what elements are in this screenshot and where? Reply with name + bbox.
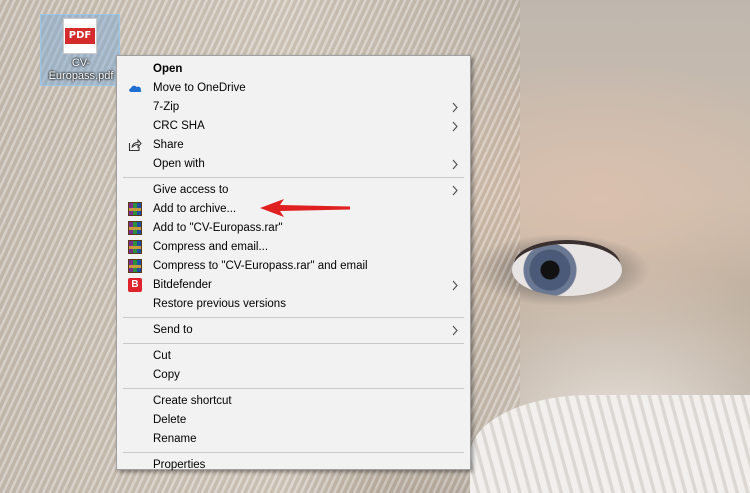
menu-item-send-to[interactable]: Send to [117,321,470,340]
red-pointer-arrow-icon [260,199,350,217]
menu-separator [123,343,464,344]
menu-item-bitdefender[interactable]: B Bitdefender [117,276,470,295]
menu-item-properties[interactable]: Properties [117,456,470,475]
submenu-arrow-icon [452,121,458,132]
menu-item-compress-and-email[interactable]: Compress and email... [117,238,470,257]
menu-item-label: CRC SHA [153,120,205,132]
menu-item-open[interactable]: Open [117,60,470,79]
menu-item-label: Add to "CV-Europass.rar" [153,222,283,234]
menu-item-label: Compress and email... [153,241,269,253]
context-menu: Open Move to OneDrive 7-Zip CRC SHA Shar… [116,55,471,471]
menu-item-label: 7-Zip [153,101,180,113]
desktop-file-name: CV-Europass.pdf [48,57,114,82]
winrar-icon [128,202,142,216]
menu-item-compress-to-rar-and-email[interactable]: Compress to "CV-Europass.rar" and email [117,257,470,276]
menu-item-delete[interactable]: Delete [117,411,470,430]
menu-item-label: Compress to "CV-Europass.rar" and email [153,260,368,272]
winrar-icon [128,259,142,273]
menu-item-label: Create shortcut [153,395,232,407]
menu-item-7zip[interactable]: 7-Zip [117,98,470,117]
submenu-arrow-icon [452,102,458,113]
menu-separator [123,317,464,318]
menu-separator [123,452,464,453]
submenu-arrow-icon [452,159,458,170]
menu-item-label: Delete [153,414,187,426]
menu-item-label: Cut [153,350,171,362]
menu-item-copy[interactable]: Copy [117,366,470,385]
wallpaper-scarf [470,395,750,493]
menu-item-label: Send to [153,324,193,336]
menu-item-label: Properties [153,459,206,471]
menu-item-label: Share [153,139,184,151]
winrar-icon [128,221,142,235]
pdf-file-icon: PDF [63,18,97,54]
bitdefender-icon: B [128,278,142,292]
menu-item-label: Open [153,63,183,75]
menu-item-restore-previous-versions[interactable]: Restore previous versions [117,295,470,314]
menu-separator [123,177,464,178]
onedrive-cloud-icon [129,85,142,92]
menu-item-label: Bitdefender [153,279,212,291]
menu-separator [123,388,464,389]
menu-item-label: Add to archive... [153,203,237,215]
menu-item-label: Restore previous versions [153,298,286,310]
menu-item-add-to-rar[interactable]: Add to "CV-Europass.rar" [117,219,470,238]
submenu-arrow-icon [452,325,458,336]
menu-item-rename[interactable]: Rename [117,430,470,449]
desktop-file-cv-europass[interactable]: PDF CV-Europass.pdf [40,14,120,86]
menu-item-label: Copy [153,369,180,381]
menu-item-label: Give access to [153,184,229,196]
wallpaper-eye [512,244,622,296]
menu-item-label: Move to OneDrive [153,82,246,94]
menu-item-open-with[interactable]: Open with [117,155,470,174]
menu-item-label: Open with [153,158,205,170]
menu-item-crc-sha[interactable]: CRC SHA [117,117,470,136]
menu-item-cut[interactable]: Cut [117,347,470,366]
pdf-badge: PDF [65,28,95,44]
menu-item-move-to-onedrive[interactable]: Move to OneDrive [117,79,470,98]
winrar-icon [128,240,142,254]
share-icon [128,138,142,152]
menu-item-share[interactable]: Share [117,136,470,155]
submenu-arrow-icon [452,185,458,196]
menu-item-label: Rename [153,433,197,445]
submenu-arrow-icon [452,280,458,291]
menu-item-create-shortcut[interactable]: Create shortcut [117,392,470,411]
